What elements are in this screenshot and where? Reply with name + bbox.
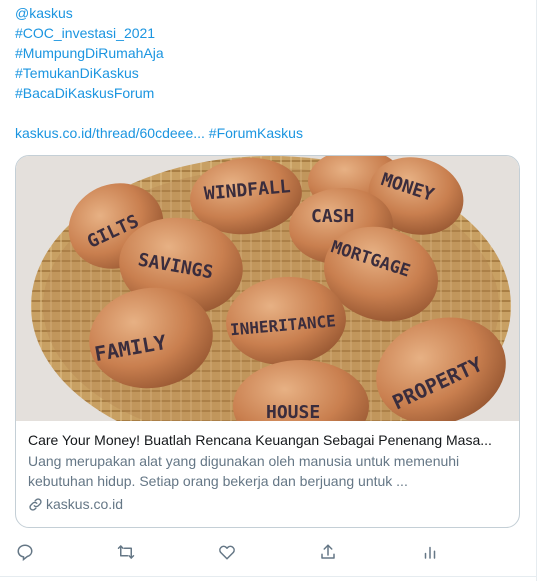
card-description-line1: Uang merupakan alat yang digunakan oleh … bbox=[28, 453, 460, 469]
share-button[interactable] bbox=[317, 541, 339, 563]
egg-label-cash: CASH bbox=[311, 206, 354, 227]
right-border bbox=[536, 0, 537, 581]
tweet-text: @kaskus #COC_investasi_2021 #MumpungDiRu… bbox=[15, 3, 164, 103]
reply-button[interactable] bbox=[14, 541, 36, 563]
retweet-icon bbox=[117, 545, 135, 559]
hashtag-temukan[interactable]: #TemukanDiKaskus bbox=[15, 63, 164, 83]
card-text: Care Your Money! Buatlah Rencana Keuanga… bbox=[28, 430, 511, 514]
link-card[interactable]: GILTS WINDFALL CASH MONEY SAVINGS MORTGA… bbox=[15, 155, 520, 528]
analytics-button[interactable] bbox=[419, 541, 441, 563]
card-description-line2: kebutuhan hidup. Setiap orang bekerja da… bbox=[28, 473, 408, 489]
bottom-border bbox=[0, 576, 537, 577]
card-domain-text: kaskus.co.id bbox=[46, 496, 124, 512]
share-icon bbox=[321, 544, 335, 559]
retweet-button[interactable] bbox=[115, 541, 137, 563]
card-description: Uang merupakan alat yang digunakan oleh … bbox=[28, 451, 511, 491]
link-icon bbox=[29, 497, 42, 511]
reply-icon bbox=[17, 544, 33, 561]
tweet-link-row: kaskus.co.id/thread/60cdeee... #ForumKas… bbox=[15, 123, 303, 143]
hashtag-baca[interactable]: #BacaDiKaskusForum bbox=[15, 83, 164, 103]
thread-link[interactable]: kaskus.co.id/thread/60cdeee... bbox=[15, 125, 205, 141]
hashtag-forum-kaskus[interactable]: #ForumKaskus bbox=[209, 125, 303, 141]
analytics-icon bbox=[424, 546, 436, 559]
card-image[interactable]: GILTS WINDFALL CASH MONEY SAVINGS MORTGA… bbox=[16, 156, 520, 421]
hashtag-mumpung[interactable]: #MumpungDiRumahAja bbox=[15, 43, 164, 63]
hashtag-coc-investasi[interactable]: #COC_investasi_2021 bbox=[15, 23, 164, 43]
mention-kaskus[interactable]: @kaskus bbox=[15, 3, 164, 23]
egg-label-house: HOUSE bbox=[266, 402, 320, 421]
like-icon bbox=[219, 545, 235, 560]
card-title[interactable]: Care Your Money! Buatlah Rencana Keuanga… bbox=[28, 430, 511, 450]
card-domain: kaskus.co.id bbox=[28, 494, 511, 514]
tweet-actions bbox=[0, 541, 537, 563]
like-button[interactable] bbox=[216, 541, 238, 563]
